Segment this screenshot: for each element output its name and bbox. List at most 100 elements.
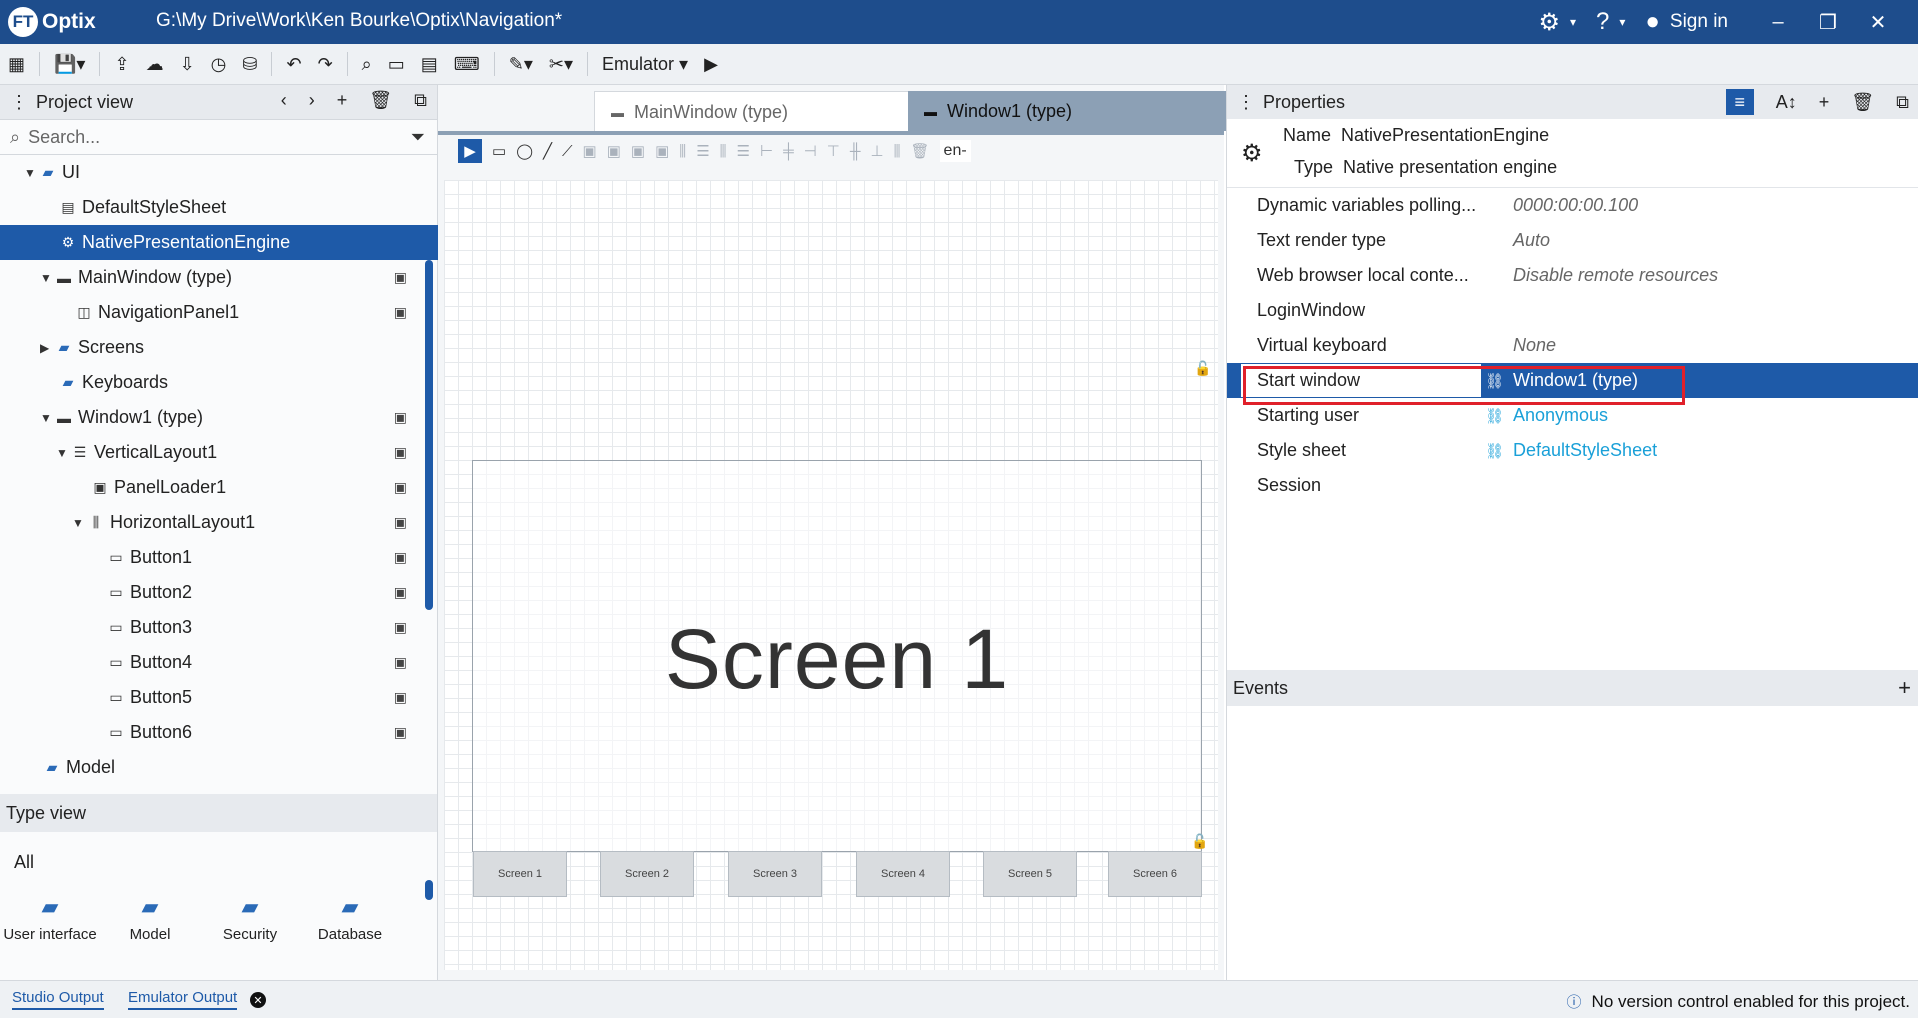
tab-studio-output[interactable]: Studio Output — [12, 989, 104, 1010]
edit-type-icon[interactable]: ▣ — [394, 514, 407, 531]
tree-item[interactable]: ▭ Button5 ▣ — [0, 680, 437, 715]
tab-window1[interactable]: ▬ Window1 (type) — [908, 91, 1240, 131]
tree-item[interactable]: ▤ DefaultStyleSheet — [0, 190, 437, 225]
tree-item[interactable]: ▼ ▬ MainWindow (type) ▣ — [0, 260, 437, 295]
window-preview[interactable]: Screen 1 🔓 Screen 1 Screen 2 Screen 3 Sc… — [472, 460, 1208, 897]
upload-icon[interactable]: ☁ — [146, 54, 164, 75]
help-icon[interactable]: ? — [1596, 8, 1609, 36]
property-row[interactable]: Web browser local conte... Disable remote… — [1227, 258, 1918, 293]
tree-item[interactable]: ▼ ⫼ HorizontalLayout1 ▣ — [0, 505, 437, 540]
history-icon[interactable]: ◷ — [211, 54, 227, 75]
tree-item[interactable]: ▼ ☰ VerticalLayout1 ▣ — [0, 435, 437, 470]
chevron-down-icon[interactable]: ▼ — [24, 166, 38, 180]
property-row[interactable]: LoginWindow — [1227, 293, 1918, 328]
folder-icon[interactable]: ▭ — [388, 54, 405, 75]
send-back-icon[interactable]: ▣ — [655, 142, 669, 160]
download-icon[interactable]: ⇩ — [180, 54, 195, 75]
select-tool-icon[interactable]: ▶ — [458, 139, 482, 163]
edit-type-icon[interactable]: ▣ — [394, 304, 407, 321]
type-database[interactable]: ▰ Database — [300, 894, 400, 943]
tree-item[interactable]: ▼ ▰ UI — [0, 155, 437, 190]
line-tool-icon[interactable]: ╱ — [543, 142, 552, 160]
tab-emulator-output[interactable]: Emulator Output — [128, 989, 238, 1010]
sort-alpha-icon[interactable]: A↕ — [1776, 92, 1797, 113]
search-icon[interactable]: ⌕ — [362, 54, 372, 75]
polyline-tool-icon[interactable]: ⟋ — [562, 143, 573, 160]
unlock-icon[interactable]: 🔓 — [1194, 360, 1211, 377]
unlock-icon[interactable]: 🔓 — [1191, 833, 1208, 850]
edit-type-icon[interactable]: ▣ — [394, 724, 407, 741]
close-icon[interactable]: ✕ — [250, 992, 266, 1008]
delete-icon[interactable]: 🗑 — [1851, 92, 1874, 113]
tree-item[interactable]: ▭ Button1 ▣ — [0, 540, 437, 575]
edit-type-icon[interactable]: ▣ — [394, 689, 407, 706]
group-icon[interactable]: ▣ — [583, 142, 597, 160]
settings-chevron-down-icon[interactable]: ▾ — [1570, 15, 1576, 29]
duplicate-icon[interactable]: ⧉ — [1896, 92, 1909, 113]
sort-icon[interactable]: ≡ — [1725, 89, 1754, 115]
type-user-interface[interactable]: ▰ User interface — [0, 894, 100, 943]
tree-item[interactable]: ⚙ NativePresentationEngine — [0, 225, 480, 260]
add-event-icon[interactable]: + — [1898, 675, 1911, 701]
panel-menu-icon[interactable]: ⋮ — [10, 92, 28, 113]
edit-type-icon[interactable]: ▣ — [394, 654, 407, 671]
type-security[interactable]: ▰ Security — [200, 894, 300, 943]
nav-button-screen-3[interactable]: Screen 3 — [728, 851, 822, 897]
chevron-down-icon[interactable]: ▼ — [56, 446, 70, 460]
redo-icon[interactable]: ↷ — [318, 54, 333, 75]
space-v-icon[interactable]: ☰ — [737, 142, 750, 160]
project-view-scrollbar[interactable] — [425, 260, 433, 610]
nav-button-screen-4[interactable]: Screen 4 — [856, 851, 950, 897]
database-icon[interactable]: ⛁ — [242, 54, 257, 75]
edit-type-icon[interactable]: ▣ — [394, 549, 407, 566]
tree-item[interactable]: ▭ Button3 ▣ — [0, 610, 437, 645]
type-view-filter[interactable]: All — [0, 844, 437, 880]
type-view-scrollbar[interactable] — [425, 880, 433, 900]
run-icon[interactable]: ▶ — [704, 54, 718, 75]
chevron-down-icon[interactable]: ▼ — [72, 516, 86, 530]
property-row[interactable]: Style sheet ⛓ DefaultStyleSheet — [1227, 433, 1918, 468]
chevron-right-icon[interactable]: ▶ — [40, 341, 54, 355]
edit-type-icon[interactable]: ▣ — [394, 479, 407, 496]
delete-icon[interactable]: 🗑 — [369, 90, 392, 111]
search-box[interactable]: ⌕ Search... ⏷ — [0, 120, 437, 155]
nav-button-screen-5[interactable]: Screen 5 — [983, 851, 1077, 897]
edit-type-icon[interactable]: ▣ — [394, 584, 407, 601]
filter-icon[interactable]: ⏷ — [411, 127, 425, 148]
align-center-icon[interactable]: ╪ — [783, 143, 794, 160]
account-icon[interactable]: ● — [1645, 8, 1660, 36]
tree-item[interactable]: ▭ Button6 ▣ — [0, 715, 437, 750]
tools-icon[interactable]: ✂▾ — [549, 54, 573, 75]
edit-type-icon[interactable]: ▣ — [394, 619, 407, 636]
ellipse-tool-icon[interactable]: ◯ — [516, 142, 533, 160]
panel-menu-icon[interactable]: ⋮ — [1237, 92, 1255, 113]
property-row[interactable]: Dynamic variables polling... 0000:00:00.1… — [1227, 188, 1918, 223]
undo-icon[interactable]: ↶ — [286, 54, 301, 75]
distribute-h-icon[interactable]: ⫼ — [679, 143, 686, 160]
align-bottom-icon[interactable]: ⊥ — [871, 142, 884, 160]
duplicate-icon[interactable]: ⧉ — [414, 90, 427, 111]
edit-type-icon[interactable]: ▣ — [394, 444, 407, 461]
align-top-icon[interactable]: ⊤ — [827, 142, 840, 160]
add-icon[interactable]: + — [337, 90, 348, 111]
forward-icon[interactable]: › — [309, 90, 315, 111]
property-row[interactable]: Session — [1227, 468, 1918, 503]
nav-button-screen-2[interactable]: Screen 2 — [600, 851, 694, 897]
align-left-icon[interactable]: ⊢ — [760, 142, 773, 160]
tree-item[interactable]: ▭ Button4 ▣ — [0, 645, 437, 680]
space-h-icon[interactable]: ⫼ — [720, 143, 727, 160]
rectangle-tool-icon[interactable]: ▭ — [492, 142, 506, 160]
distribute-v-icon[interactable]: ☰ — [696, 142, 709, 160]
delete-icon[interactable]: 🗑 — [911, 142, 930, 160]
tree-item[interactable]: ▣ PanelLoader1 ▣ — [0, 470, 437, 505]
tree-item[interactable]: ▰ Keyboards — [0, 365, 437, 400]
align-icon[interactable]: ⫼ — [894, 143, 901, 160]
tree-item[interactable]: ▭ Button2 ▣ — [0, 575, 437, 610]
add-icon[interactable]: + — [1819, 92, 1830, 113]
align-middle-icon[interactable]: ╫ — [850, 143, 861, 160]
tab-mainwindow[interactable]: ▬ MainWindow (type) — [594, 91, 912, 133]
close-window-button[interactable]: ✕ — [1858, 10, 1898, 35]
sign-in-button[interactable]: Sign in — [1670, 11, 1728, 33]
locale-selector[interactable]: en- — [939, 140, 971, 162]
deploy-icon[interactable]: ⇪ — [114, 54, 129, 75]
